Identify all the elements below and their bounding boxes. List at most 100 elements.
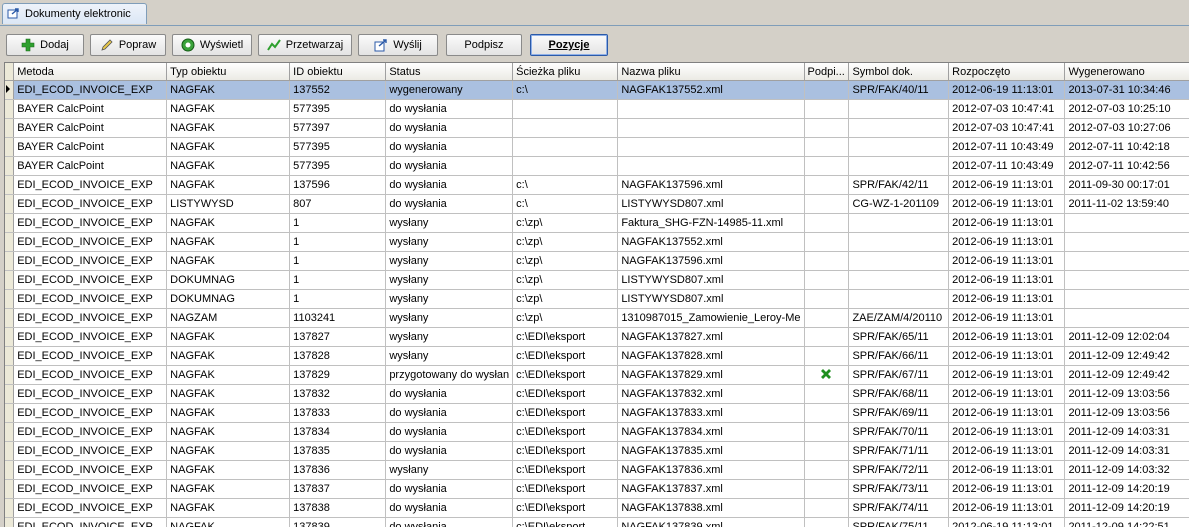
table-row[interactable]: EDI_ECOD_INVOICE_EXPLISTYWYSD807do wysła…	[5, 195, 1189, 214]
table-cell	[804, 423, 849, 442]
row-indicator[interactable]	[5, 157, 14, 176]
send-button[interactable]: Wyślij	[358, 34, 438, 56]
table-cell	[804, 271, 849, 290]
table-cell: 2012-06-19 11:13:01	[949, 81, 1065, 100]
table-row[interactable]: EDI_ECOD_INVOICE_EXPNAGFAK137838do wysła…	[5, 499, 1189, 518]
documents-grid[interactable]: MetodaTyp obiektuID obiektuStatusŚcieżka…	[4, 62, 1189, 527]
table-cell	[804, 309, 849, 328]
table-row[interactable]: EDI_ECOD_INVOICE_EXPDOKUMNAG1wysłanyc:\z…	[5, 271, 1189, 290]
row-indicator[interactable]	[5, 176, 14, 195]
table-cell	[804, 347, 849, 366]
row-indicator[interactable]	[5, 480, 14, 499]
table-cell	[849, 157, 949, 176]
table-cell	[804, 499, 849, 518]
table-cell	[804, 404, 849, 423]
tab-bar: Dokumenty elektronic	[0, 0, 1189, 26]
table-row[interactable]: EDI_ECOD_INVOICE_EXPNAGFAK137827wysłanyc…	[5, 328, 1189, 347]
table-row[interactable]: EDI_ECOD_INVOICE_EXPNAGFAK137596do wysła…	[5, 176, 1189, 195]
table-cell: 2013-07-31 10:34:46	[1065, 81, 1189, 100]
table-row[interactable]: EDI_ECOD_INVOICE_EXPNAGFAK1wysłanyc:\zp\…	[5, 233, 1189, 252]
row-indicator[interactable]	[5, 195, 14, 214]
table-row[interactable]: EDI_ECOD_INVOICE_EXPNAGFAK137832do wysła…	[5, 385, 1189, 404]
column-header[interactable]: Wygenerowano	[1065, 63, 1189, 81]
row-indicator[interactable]	[5, 233, 14, 252]
column-header[interactable]: Nazwa pliku	[618, 63, 804, 81]
column-header[interactable]: ID obiektu	[290, 63, 386, 81]
row-indicator[interactable]	[5, 138, 14, 157]
positions-button[interactable]: Pozycje	[530, 34, 608, 56]
tab-dokumenty-elektroniczne[interactable]: Dokumenty elektronic	[2, 3, 147, 24]
view-button[interactable]: Wyświetl	[172, 34, 252, 56]
column-header[interactable]: Rozpoczęto	[949, 63, 1065, 81]
row-indicator[interactable]	[5, 119, 14, 138]
row-indicator[interactable]	[5, 328, 14, 347]
row-indicator[interactable]	[5, 309, 14, 328]
row-indicator[interactable]	[5, 347, 14, 366]
table-row[interactable]: EDI_ECOD_INVOICE_EXPDOKUMNAG1wysłanyc:\z…	[5, 290, 1189, 309]
table-row[interactable]: EDI_ECOD_INVOICE_EXPNAGFAK137833do wysła…	[5, 404, 1189, 423]
table-cell: 2011-09-30 00:17:01	[1065, 176, 1189, 195]
column-header[interactable]: Typ obiektu	[167, 63, 290, 81]
table-cell: EDI_ECOD_INVOICE_EXP	[14, 385, 167, 404]
table-cell: EDI_ECOD_INVOICE_EXP	[14, 233, 167, 252]
table-row[interactable]: EDI_ECOD_INVOICE_EXPNAGFAK137552wygenero…	[5, 81, 1189, 100]
table-row[interactable]: EDI_ECOD_INVOICE_EXPNAGFAK137837do wysła…	[5, 480, 1189, 499]
column-header[interactable]: Ścieżka pliku	[513, 63, 618, 81]
table-cell: 2012-07-03 10:25:10	[1065, 100, 1189, 119]
row-indicator[interactable]	[5, 100, 14, 119]
sign-button[interactable]: Podpisz	[446, 34, 522, 56]
edit-button[interactable]: Popraw	[90, 34, 166, 56]
row-indicator[interactable]	[5, 290, 14, 309]
table-row[interactable]: EDI_ECOD_INVOICE_EXPNAGFAK137836wysłanyc…	[5, 461, 1189, 480]
table-cell: NAGFAK137835.xml	[618, 442, 804, 461]
table-row[interactable]: BAYER CalcPointNAGFAK577397do wysłania20…	[5, 119, 1189, 138]
table-cell	[849, 233, 949, 252]
table-cell: NAGFAK	[167, 461, 290, 480]
table-row[interactable]: BAYER CalcPointNAGFAK577395do wysłania20…	[5, 157, 1189, 176]
table-row[interactable]: BAYER CalcPointNAGFAK577395do wysłania20…	[5, 100, 1189, 119]
column-header[interactable]: Metoda	[14, 63, 167, 81]
table-cell: EDI_ECOD_INVOICE_EXP	[14, 290, 167, 309]
table-cell	[804, 328, 849, 347]
table-cell: 2011-12-09 13:03:56	[1065, 404, 1189, 423]
row-indicator[interactable]	[5, 461, 14, 480]
row-indicator[interactable]	[5, 404, 14, 423]
current-row-arrow-icon	[6, 85, 10, 93]
table-row[interactable]: EDI_ECOD_INVOICE_EXPNAGFAK137828wysłanyc…	[5, 347, 1189, 366]
column-header[interactable]: Symbol dok.	[849, 63, 949, 81]
table-cell: 2012-06-19 11:13:01	[949, 328, 1065, 347]
table-cell: 2012-06-19 11:13:01	[949, 404, 1065, 423]
add-button[interactable]: Dodaj	[6, 34, 84, 56]
table-row[interactable]: EDI_ECOD_INVOICE_EXPNAGZAM1103241wysłany…	[5, 309, 1189, 328]
row-indicator[interactable]	[5, 252, 14, 271]
row-indicator[interactable]	[5, 271, 14, 290]
tab-divider	[0, 25, 1189, 26]
process-button[interactable]: Przetwarzaj	[258, 34, 352, 56]
row-indicator[interactable]	[5, 214, 14, 233]
row-indicator[interactable]	[5, 442, 14, 461]
documents-table: MetodaTyp obiektuID obiektuStatusŚcieżka…	[5, 63, 1189, 527]
table-row[interactable]: BAYER CalcPointNAGFAK577395do wysłania20…	[5, 138, 1189, 157]
table-cell: do wysłania	[386, 480, 513, 499]
table-cell	[804, 157, 849, 176]
table-row[interactable]: EDI_ECOD_INVOICE_EXPNAGFAK1wysłanyc:\zp\…	[5, 214, 1189, 233]
table-cell	[849, 271, 949, 290]
table-row[interactable]: EDI_ECOD_INVOICE_EXPNAGFAK137834do wysła…	[5, 423, 1189, 442]
table-cell: c:\	[513, 176, 618, 195]
table-cell: 137835	[290, 442, 386, 461]
row-indicator[interactable]	[5, 366, 14, 385]
table-row[interactable]: EDI_ECOD_INVOICE_EXPNAGFAK137835do wysła…	[5, 442, 1189, 461]
row-indicator[interactable]	[5, 385, 14, 404]
table-cell: 2011-12-09 13:03:56	[1065, 385, 1189, 404]
table-cell: 2012-06-19 11:13:01	[949, 233, 1065, 252]
row-indicator[interactable]	[5, 81, 14, 100]
table-row[interactable]: EDI_ECOD_INVOICE_EXPNAGFAK137829przygoto…	[5, 366, 1189, 385]
row-indicator[interactable]	[5, 499, 14, 518]
table-cell: 137837	[290, 480, 386, 499]
table-cell	[1065, 233, 1189, 252]
table-cell: NAGFAK137827.xml	[618, 328, 804, 347]
column-header[interactable]: Status	[386, 63, 513, 81]
table-row[interactable]: EDI_ECOD_INVOICE_EXPNAGFAK1wysłanyc:\zp\…	[5, 252, 1189, 271]
column-header[interactable]: Podpi...	[804, 63, 849, 81]
row-indicator[interactable]	[5, 423, 14, 442]
